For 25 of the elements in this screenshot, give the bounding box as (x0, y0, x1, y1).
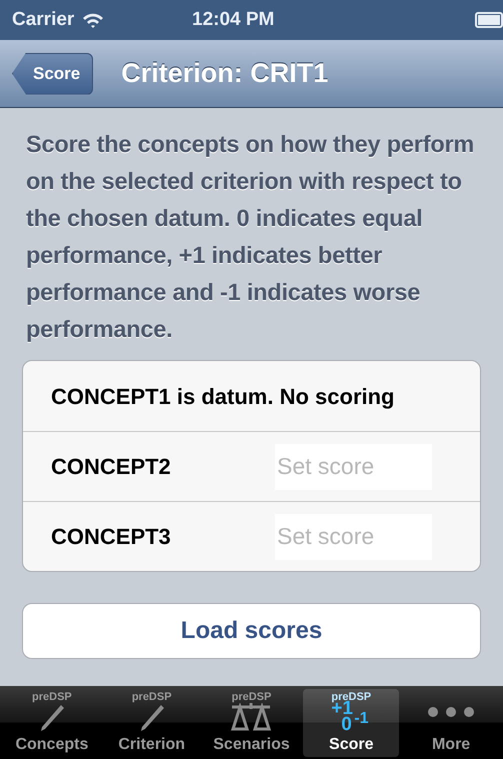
tab[interactable]: preDSP Concepts (4, 689, 100, 757)
wifi-icon (82, 12, 104, 28)
clock: 12:04 PM (192, 8, 274, 32)
concept-label: CONCEPT2 (51, 453, 171, 481)
score-field[interactable]: Set score (275, 514, 432, 560)
more-icon (427, 706, 476, 718)
back-button[interactable]: Score (12, 52, 94, 94)
instructions-text: Score the concepts on how they perform on the selected criterion with respect to the chosen datum. 0 indicates equal performance, +1 indicates better performance and -1 indicates worse performance. (25, 130, 476, 344)
load-scores-button[interactable]: Load scores (22, 603, 481, 659)
tab[interactable]: preDSP Scenarios (204, 689, 300, 757)
app-name-label: preDSP (232, 690, 272, 702)
carrier-label: Carrier (12, 8, 74, 32)
tab[interactable]: More (403, 689, 499, 757)
pencil-icon (38, 702, 65, 732)
tab[interactable]: preDSP Criterion (104, 689, 200, 757)
scales-icon (230, 702, 272, 732)
app-name-label: preDSP (331, 690, 372, 702)
score-field[interactable]: Set score (275, 444, 432, 490)
nav-title: Criterion: CRIT1 (121, 57, 328, 90)
concept-label: CONCEPT1 is datum. No scoring (51, 382, 394, 411)
concept-label: CONCEPT3 (51, 523, 171, 551)
app-name-label: preDSP (132, 690, 172, 702)
pencil-icon (138, 702, 165, 732)
app-name-label: preDSP (32, 690, 72, 702)
battery-icon (475, 12, 503, 28)
